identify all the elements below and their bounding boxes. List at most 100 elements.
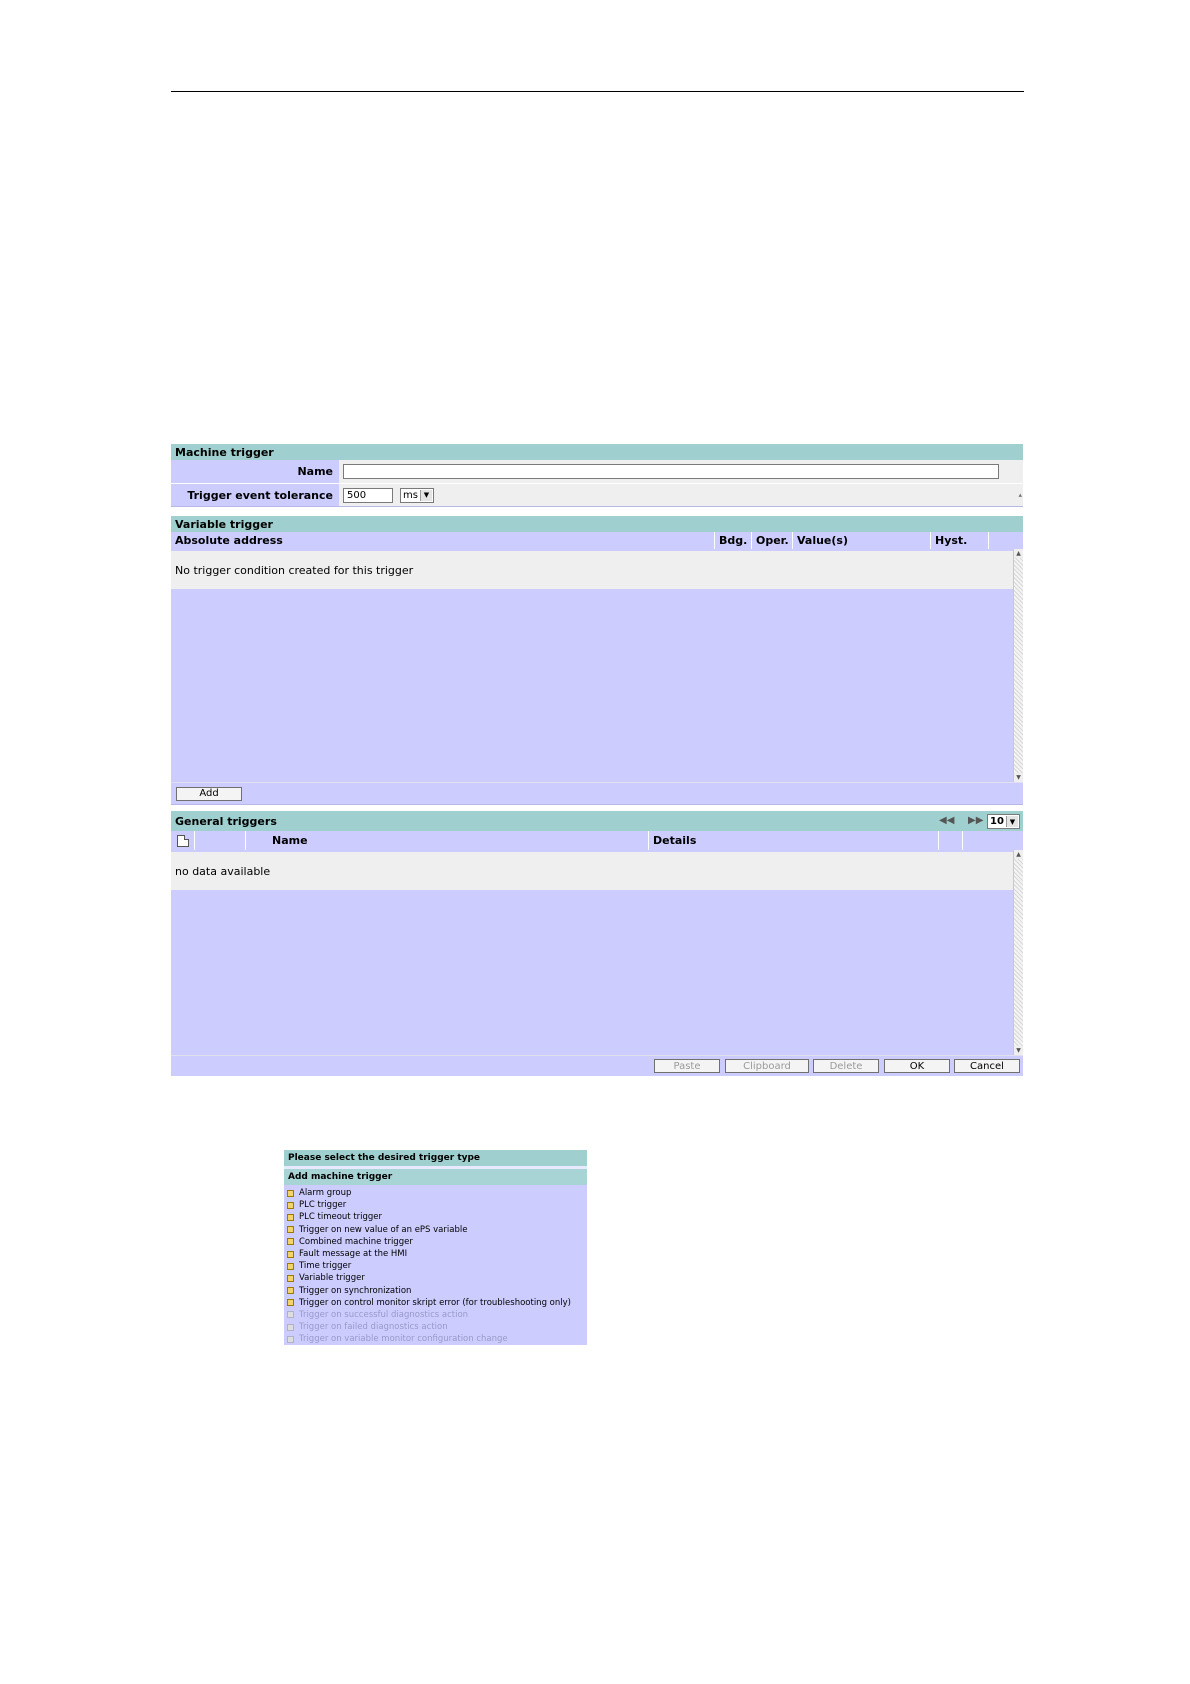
variable-trigger-empty-row: No trigger condition created for this tr… (171, 551, 1013, 589)
add-machine-trigger-header: Add machine trigger (284, 1169, 587, 1185)
trigger-type-label: Fault message at the HMI (299, 1249, 408, 1260)
machine-trigger-title: Machine trigger (175, 445, 274, 459)
trigger-type-label: Trigger on successful diagnostics action (299, 1309, 469, 1320)
variable-trigger-column-header: Absolute address Bdg. Oper. Value(s) Hys… (171, 532, 1023, 549)
page-previous-icon[interactable]: ◀◀ (939, 815, 954, 826)
resize-grip-icon[interactable]: ▴ (1018, 491, 1022, 499)
trigger-type-item: Trigger on failed diagnostics action (284, 1321, 587, 1333)
name-row: Name (171, 460, 1023, 483)
clipboard-button[interactable]: Clipboard (725, 1059, 809, 1073)
trigger-type-icon (287, 1299, 294, 1307)
trigger-type-icon (287, 1335, 294, 1343)
trigger-type-label: PLC timeout trigger (299, 1212, 383, 1223)
trigger-type-item: Trigger on successful diagnostics action (284, 1309, 587, 1321)
trigger-type-item[interactable]: PLC timeout trigger (284, 1211, 587, 1223)
chevron-down-icon: ▼ (1006, 816, 1018, 827)
trigger-type-icon (287, 1201, 294, 1209)
paste-button[interactable]: Paste (654, 1059, 720, 1073)
trigger-type-item[interactable]: Variable trigger (284, 1272, 587, 1284)
trigger-type-label: Trigger on failed diagnostics action (299, 1322, 448, 1333)
trigger-type-item[interactable]: Fault message at the HMI (284, 1248, 587, 1260)
trigger-type-icon (287, 1250, 294, 1258)
add-machine-trigger-title: Add machine trigger (288, 1172, 393, 1182)
cancel-button[interactable]: Cancel (954, 1059, 1020, 1073)
trigger-type-dialog: Please select the desired trigger type A… (284, 1150, 587, 1346)
trigger-type-header: Please select the desired trigger type (284, 1150, 587, 1166)
trigger-type-icon (287, 1274, 294, 1282)
page-size-select[interactable]: 10 ▼ (987, 814, 1020, 829)
tolerance-field-area: ms ▼ ▴ (339, 484, 1023, 506)
add-condition-button[interactable]: Add (176, 786, 242, 801)
trigger-type-item[interactable]: PLC trigger (284, 1199, 587, 1211)
trigger-type-list: Alarm group PLC trigger PLC timeout trigge… (284, 1185, 587, 1346)
variable-trigger-title: Variable trigger (175, 517, 273, 531)
general-triggers-title: General triggers (175, 814, 277, 828)
column-hyst[interactable]: Hyst. (931, 532, 989, 549)
variable-trigger-list: No trigger condition created for this tr… (171, 549, 1023, 782)
column-details[interactable]: Details (649, 831, 939, 850)
column-oper[interactable]: Oper. (752, 532, 793, 549)
trigger-type-item[interactable]: Trigger on new value of an ePS variable (284, 1224, 587, 1236)
column-values[interactable]: Value(s) (793, 532, 931, 549)
trigger-type-icon (287, 1189, 294, 1197)
dialog-footer: Paste Clipboard Delete OK Cancel (171, 1055, 1023, 1076)
trigger-type-item[interactable]: Trigger on control monitor skript error … (284, 1297, 587, 1309)
page-size-value: 10 (990, 816, 1004, 827)
general-triggers-scrollbar[interactable]: ▲ ▼ (1013, 850, 1023, 1055)
page-next-icon[interactable]: ▶▶ (968, 815, 983, 826)
page-top-rule (171, 91, 1024, 92)
name-label: Name (297, 465, 333, 478)
trigger-type-label: Trigger on synchronization (299, 1285, 412, 1296)
trigger-type-label: Variable trigger (299, 1273, 365, 1284)
tolerance-label: Trigger event tolerance (187, 488, 333, 502)
trigger-type-title: Please select the desired trigger type (288, 1153, 481, 1163)
trigger-type-label: Combined machine trigger (299, 1236, 413, 1247)
scroll-up-icon[interactable]: ▲ (1014, 850, 1023, 859)
new-document-cell (171, 831, 195, 850)
variable-trigger-header: Variable trigger (171, 516, 1023, 532)
tolerance-unit-value: ms (403, 489, 418, 501)
trigger-type-label: Trigger on new value of an ePS variable (299, 1224, 468, 1235)
delete-button[interactable]: Delete (813, 1059, 879, 1073)
tolerance-unit-select[interactable]: ms ▼ (400, 487, 434, 503)
column-name[interactable]: Name (246, 831, 649, 850)
trigger-type-icon (287, 1323, 294, 1331)
column-absolute-address[interactable]: Absolute address (171, 532, 715, 549)
trigger-type-item[interactable]: Time trigger (284, 1260, 587, 1272)
scroll-up-icon[interactable]: ▲ (1014, 549, 1023, 558)
general-triggers-list: no data available ▲ ▼ (171, 850, 1023, 1055)
trigger-type-label: Trigger on variable monitor configuratio… (299, 1334, 508, 1345)
trigger-type-label: Alarm group (299, 1188, 352, 1199)
scroll-down-icon[interactable]: ▼ (1014, 1046, 1023, 1055)
scroll-down-icon[interactable]: ▼ (1014, 773, 1023, 782)
name-input[interactable] (343, 464, 999, 479)
trigger-type-icon (287, 1287, 294, 1295)
trigger-type-item[interactable]: Combined machine trigger (284, 1236, 587, 1248)
trigger-type-icon (287, 1213, 294, 1221)
trigger-type-label: Trigger on control monitor skript error … (299, 1297, 571, 1308)
general-triggers-column-header: Name Details (171, 831, 1023, 850)
general-triggers-empty-row: no data available (171, 852, 1013, 890)
general-triggers-header: General triggers ◀◀ ▶▶ 10 ▼ (171, 811, 1023, 831)
variable-trigger-empty-message: No trigger condition created for this tr… (175, 563, 414, 577)
ok-button[interactable]: OK (884, 1059, 950, 1073)
trigger-type-label: Time trigger (299, 1261, 352, 1272)
trigger-type-item: Trigger on variable monitor configuratio… (284, 1333, 587, 1345)
variable-trigger-scrollbar[interactable]: ▲ ▼ (1013, 549, 1023, 782)
tolerance-input[interactable] (343, 487, 393, 503)
machine-trigger-body: Name Trigger event tolerance ms ▼ ▴ (171, 460, 1023, 507)
trigger-editor-dialog: Machine trigger Name Trigger event toler… (171, 444, 1023, 1076)
name-field-area (339, 460, 1023, 483)
machine-trigger-header: Machine trigger (171, 444, 1023, 460)
general-triggers-empty-message: no data available (175, 864, 271, 878)
trigger-type-label: PLC trigger (299, 1200, 347, 1211)
chevron-down-icon: ▼ (420, 489, 432, 501)
trigger-type-item[interactable]: Alarm group (284, 1187, 587, 1199)
variable-trigger-footer: Add (171, 782, 1023, 805)
tolerance-row: Trigger event tolerance ms ▼ ▴ (171, 483, 1023, 506)
trigger-type-item[interactable]: Trigger on synchronization (284, 1285, 587, 1297)
new-document-icon[interactable] (176, 834, 189, 847)
trigger-type-icon (287, 1311, 294, 1319)
column-bdg[interactable]: Bdg. (715, 532, 752, 549)
trigger-type-icon (287, 1238, 294, 1246)
